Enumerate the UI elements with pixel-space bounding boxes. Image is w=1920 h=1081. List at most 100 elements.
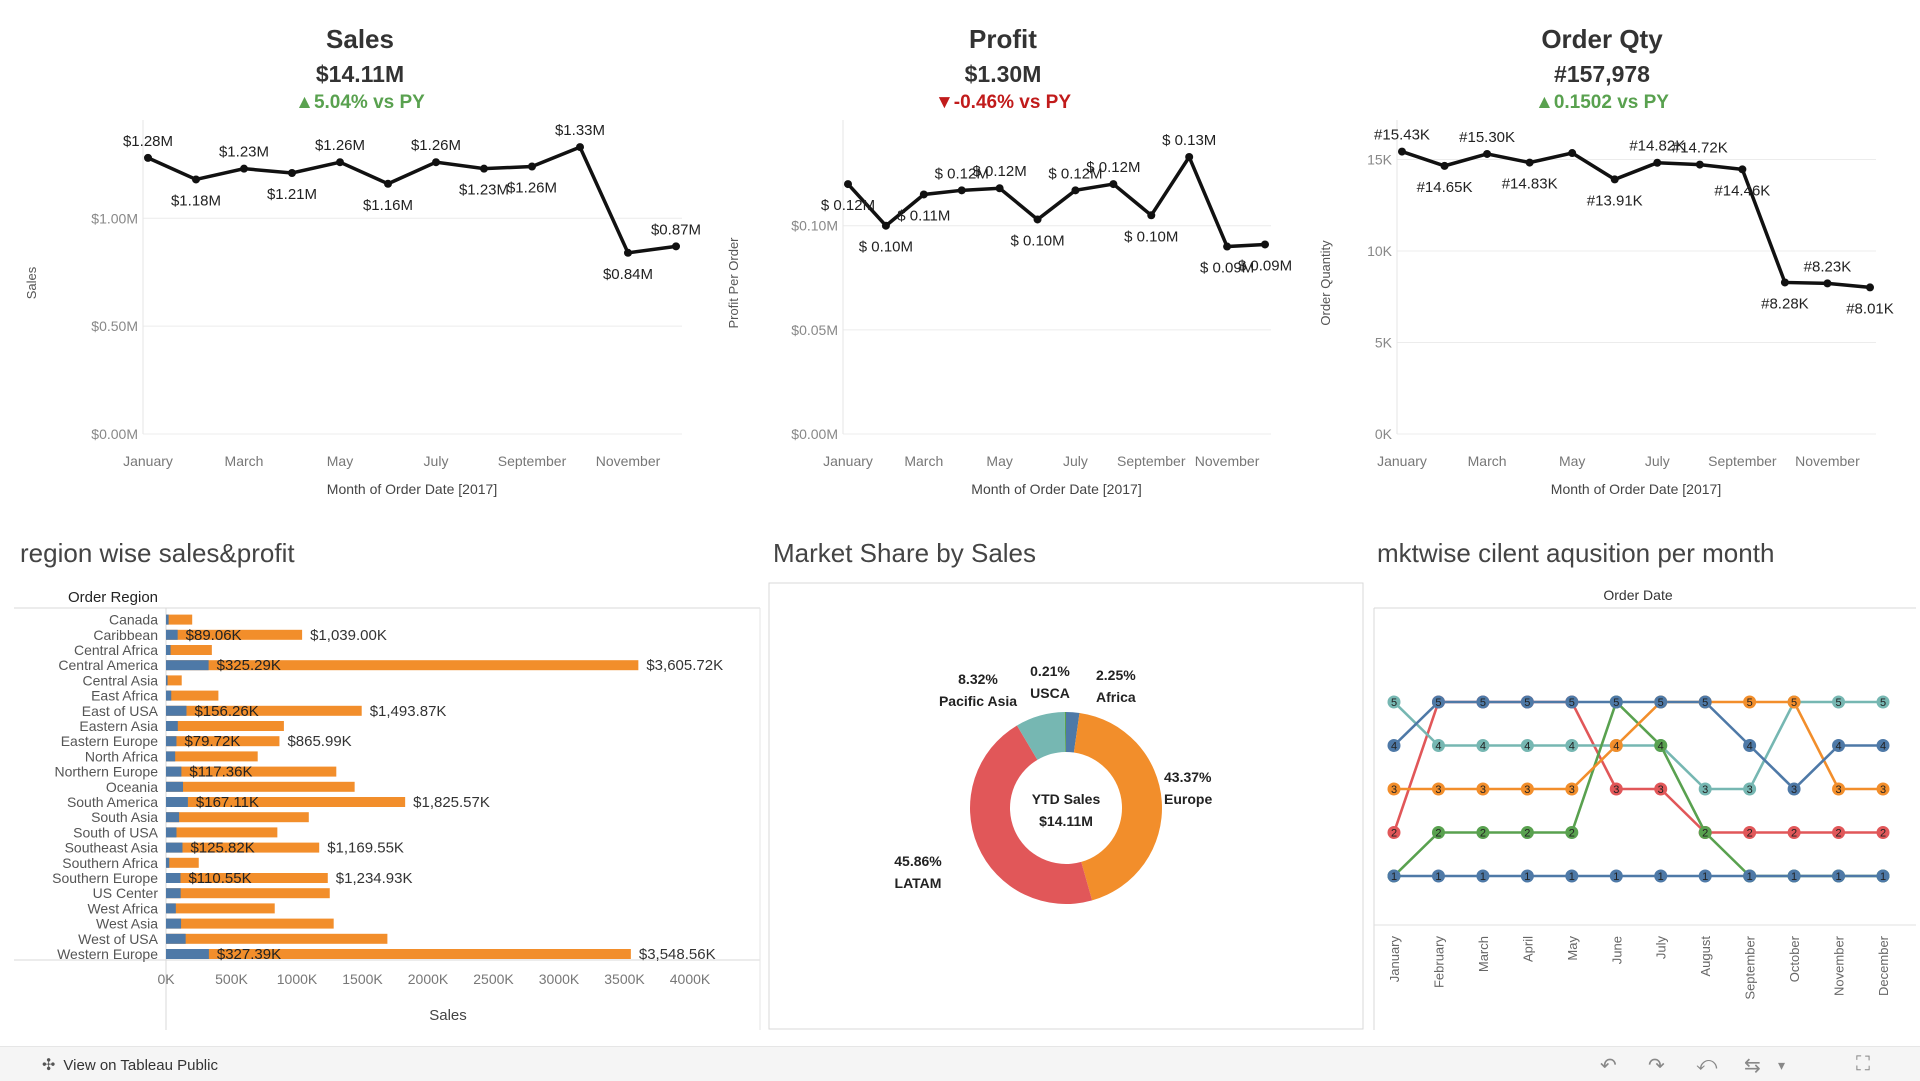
market-share-donut[interactable]: 2.25% Africa 43.37% Europe 45.86% LATAM 8.32% P… bbox=[768, 582, 1364, 1030]
sales-line-chart[interactable]: $0.00M $0.50M $1.00M January March May July Sep… bbox=[0, 120, 720, 520]
profit-data-label: $325.29K bbox=[217, 657, 281, 674]
sales-bar bbox=[166, 645, 212, 655]
rank-label: 4 bbox=[1569, 741, 1575, 753]
rank-label: 3 bbox=[1880, 784, 1886, 796]
profit-bar bbox=[166, 629, 178, 640]
data-point bbox=[1525, 158, 1534, 167]
data-point bbox=[1109, 180, 1118, 189]
profit-bar bbox=[166, 766, 182, 777]
slice-pct-label: 0.21% bbox=[1030, 663, 1070, 679]
data-label: $ 0.10M bbox=[1124, 228, 1178, 245]
undo-icon[interactable]: ↶ bbox=[1600, 1053, 1617, 1078]
rank-label: 3 bbox=[1835, 784, 1841, 796]
category-label: West Africa bbox=[87, 900, 158, 916]
rank-label: 1 bbox=[1480, 871, 1486, 883]
kpi-value: #157,978 bbox=[1554, 61, 1650, 87]
profit-line-chart[interactable]: $0.00M $0.05M $0.10M January March May July Sep… bbox=[720, 120, 1320, 520]
x-tick-label: 4000K bbox=[670, 971, 711, 987]
revert-icon[interactable]: ⤺ bbox=[1696, 1053, 1717, 1076]
x-tick-label: December bbox=[1876, 935, 1891, 996]
profit-data-label: $79.72K bbox=[184, 733, 240, 750]
profit-bar bbox=[166, 903, 176, 914]
x-axis-title: Month of Order Date [2017] bbox=[1551, 481, 1721, 497]
rank-label: 1 bbox=[1435, 871, 1441, 883]
y-tick-label: $0.50M bbox=[91, 318, 138, 334]
dropdown-chevron-icon[interactable]: ▾ bbox=[1778, 1057, 1785, 1074]
x-axis-title: Order Date bbox=[1603, 587, 1672, 603]
client-acquisition-bump-chart[interactable]: Order Date 2 5 5 5 5 3 3 2 2 2 2 2 5 4 4 4 4 4 4 3 3 5 5 5 1 2 2 2 2 5… bbox=[1370, 580, 1918, 1030]
profit-bar bbox=[166, 933, 186, 944]
profit-data-label: $117.36K bbox=[189, 764, 252, 781]
x-tick-label: March bbox=[904, 453, 943, 469]
kpi-delta: ▼-0.46% vs PY bbox=[934, 92, 1072, 113]
sales-data-label: $3,605.72K bbox=[646, 657, 723, 674]
data-label: $ 0.12M bbox=[1086, 159, 1140, 176]
slice-pct-label: 45.86% bbox=[894, 853, 942, 869]
slice-name-label: Pacific Asia bbox=[939, 693, 1017, 709]
rank-label: 3 bbox=[1569, 784, 1575, 796]
profit-data-label: $125.82K bbox=[190, 840, 254, 857]
data-label: $1.16M bbox=[363, 197, 413, 214]
rank-label: 2 bbox=[1747, 828, 1753, 840]
donut-center-value: $14.11M bbox=[1039, 813, 1093, 829]
x-tick-label: March bbox=[1468, 453, 1507, 469]
data-label: $0.84M bbox=[603, 266, 653, 283]
sales-data-label: $1,169.55K bbox=[327, 840, 404, 857]
rank-label: 3 bbox=[1391, 784, 1397, 796]
category-label: Southern Europe bbox=[52, 870, 158, 886]
slice-pct-label: 8.32% bbox=[958, 671, 998, 687]
category-label: Northern Europe bbox=[54, 764, 158, 780]
rank-label: 5 bbox=[1658, 697, 1664, 709]
data-label: #14.72K bbox=[1672, 140, 1728, 157]
order-qty-line-chart[interactable]: 0K 5K 10K 15K January March May July September No… bbox=[1310, 120, 1920, 520]
region-bar-chart[interactable]: Order Region CanadaCaribbean $1,039.00K $89… bbox=[0, 580, 770, 1030]
rank-line bbox=[1393, 700, 1883, 791]
sales-data-label: $1,825.57K bbox=[413, 794, 490, 811]
sales-bar bbox=[166, 827, 278, 838]
share-icon[interactable]: ⇆ bbox=[1744, 1053, 1761, 1078]
rank-label: 4 bbox=[1658, 741, 1664, 753]
data-point bbox=[1866, 283, 1874, 292]
sales-bar bbox=[166, 918, 334, 929]
data-label: $1.28M bbox=[123, 133, 173, 150]
data-point bbox=[1568, 149, 1577, 158]
profit-bar bbox=[166, 812, 180, 823]
profit-data-label: $110.55K bbox=[188, 870, 251, 887]
x-tick-label: January bbox=[1387, 936, 1402, 983]
profit-data-label: $89.06K bbox=[186, 627, 242, 644]
kpi-sales: Sales $14.11M ▲5.04% vs PY bbox=[80, 24, 640, 114]
profit-bar bbox=[166, 827, 177, 838]
x-tick-label: 1500K bbox=[342, 971, 383, 987]
rank-label: 5 bbox=[1747, 697, 1753, 709]
x-tick-label: September bbox=[1708, 453, 1777, 469]
sales-bar bbox=[166, 781, 355, 792]
data-label: $1.23M bbox=[459, 182, 509, 199]
data-label: $ 0.11M bbox=[897, 207, 950, 224]
kpi-order-qty: Order Qty #157,978 ▲0.1502 vs PY bbox=[1322, 24, 1882, 114]
rank-label: 5 bbox=[1702, 697, 1708, 709]
data-point bbox=[1398, 147, 1406, 156]
view-on-tableau-link[interactable]: ✣ View on Tableau Public bbox=[42, 1055, 218, 1075]
rank-label: 2 bbox=[1569, 828, 1575, 840]
region-section-title: region wise sales&profit bbox=[20, 538, 295, 568]
sales-bar bbox=[166, 675, 182, 686]
category-label: Oceania bbox=[106, 779, 158, 795]
y-tick-label: 0K bbox=[1375, 426, 1393, 442]
x-tick-label: July bbox=[424, 453, 449, 469]
sales-bar bbox=[166, 690, 219, 701]
y-tick-label: 15K bbox=[1367, 151, 1393, 167]
category-label: Caribbean bbox=[93, 627, 158, 643]
profit-bar bbox=[166, 675, 168, 686]
x-axis-title: Sales bbox=[429, 1007, 467, 1024]
category-label: Southern Africa bbox=[62, 855, 158, 871]
data-point bbox=[881, 221, 890, 230]
slice-pct-label: 43.37% bbox=[1164, 769, 1212, 785]
y-axis-title: Order Quantity bbox=[1318, 240, 1333, 326]
fullscreen-icon[interactable]: ⛶ bbox=[1856, 1053, 1870, 1076]
rank-label: 1 bbox=[1391, 871, 1397, 883]
redo-icon[interactable]: ↷ bbox=[1648, 1053, 1665, 1078]
rank-label: 5 bbox=[1613, 697, 1619, 709]
category-label: Canada bbox=[109, 612, 158, 628]
data-label: $ 0.12M bbox=[821, 197, 875, 214]
sales-bar bbox=[166, 751, 258, 762]
